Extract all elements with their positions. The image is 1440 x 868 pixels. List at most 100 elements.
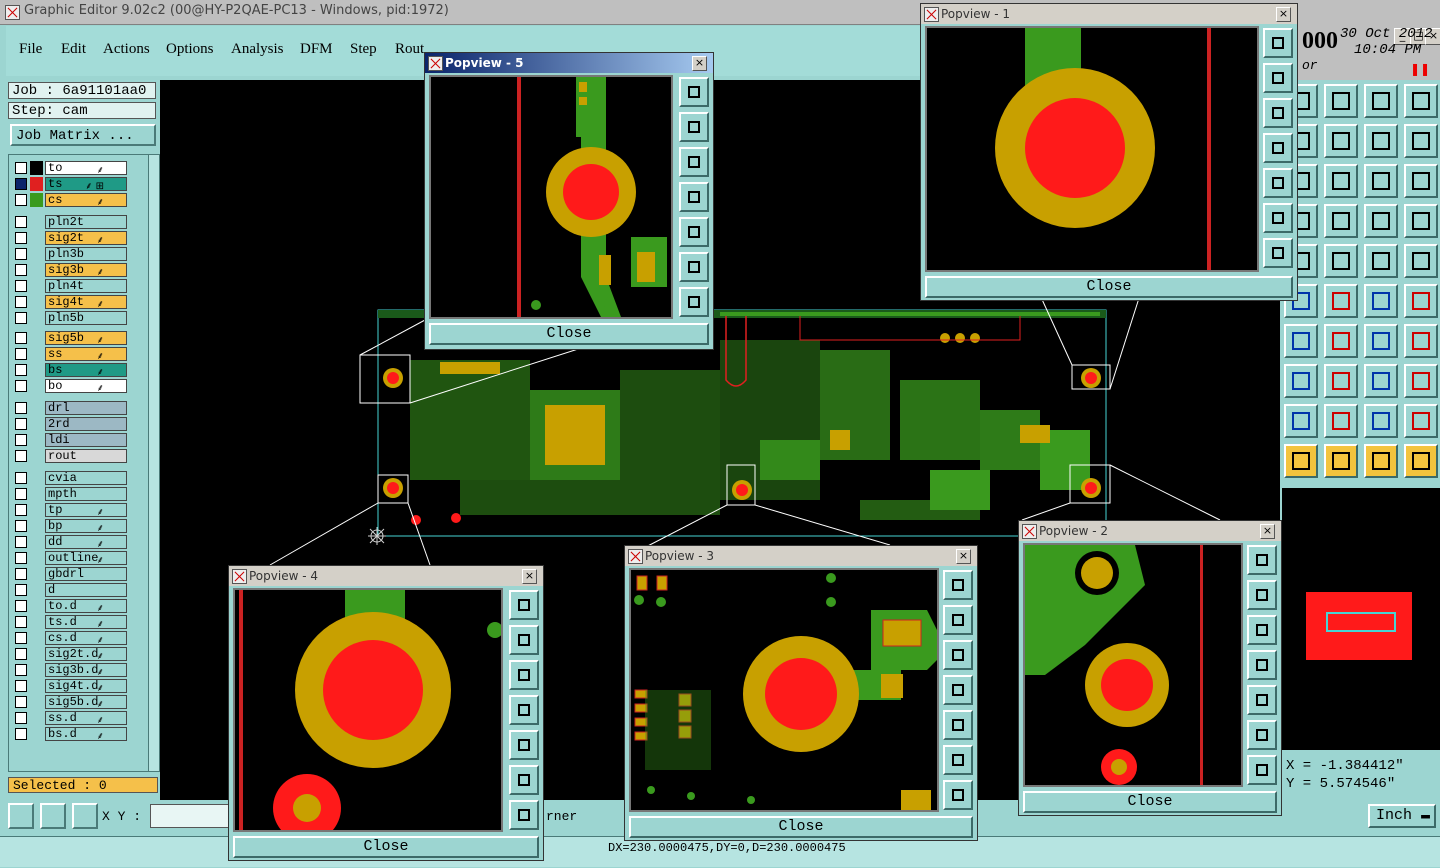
popview-1-close-button[interactable]: Close: [925, 276, 1293, 298]
layer-checkbox[interactable]: [15, 418, 27, 430]
popview-4-close-button[interactable]: Close: [233, 836, 539, 858]
pop-right-icon[interactable]: [509, 730, 539, 760]
layer-checkbox[interactable]: [15, 194, 27, 206]
layer-name[interactable]: mpth: [45, 487, 127, 501]
net-icon[interactable]: [1364, 204, 1398, 238]
pop-down-icon[interactable]: [1247, 615, 1277, 645]
layer-name[interactable]: 2rd: [45, 417, 127, 431]
cross-icon[interactable]: [1324, 284, 1358, 318]
layer-checkbox[interactable]: [15, 312, 27, 324]
layer-row[interactable]: pln3b: [11, 247, 147, 262]
layer-name[interactable]: d: [45, 583, 127, 597]
redraw-icon[interactable]: [1364, 124, 1398, 158]
layer-row[interactable]: cvia: [11, 471, 147, 486]
pop-right-icon[interactable]: [1263, 168, 1293, 198]
measure-icon[interactable]: [1324, 204, 1358, 238]
snap-icon[interactable]: [1404, 124, 1438, 158]
layer-name[interactable]: cvia: [45, 471, 127, 485]
layer-name[interactable]: rout: [45, 449, 127, 463]
help-icon[interactable]: [1404, 164, 1438, 198]
pop-right-icon[interactable]: [943, 710, 973, 740]
pop-down-icon[interactable]: [1263, 98, 1293, 128]
layer-row[interactable]: cs ⸙: [11, 193, 147, 208]
menu-file[interactable]: File: [19, 41, 42, 58]
layer-row[interactable]: dd ⸙: [11, 535, 147, 550]
popview-2-close-button[interactable]: Close: [1023, 791, 1277, 813]
layer-name[interactable]: bo ⸙: [45, 379, 127, 394]
layer-name[interactable]: ts ⸙ ⊞: [45, 177, 127, 192]
layer-checkbox[interactable]: [15, 600, 27, 612]
popview-5-close-button[interactable]: Close: [429, 323, 709, 345]
layer-row[interactable]: cs.d ⸙: [11, 631, 147, 646]
layer-name[interactable]: sig2t ⸙: [45, 231, 127, 246]
layer-name[interactable]: ts.d ⸙: [45, 615, 127, 630]
pop-fit-icon[interactable]: [943, 745, 973, 775]
layer-name[interactable]: pln2t: [45, 215, 127, 229]
flip-icon[interactable]: [1404, 324, 1438, 358]
angle-icon[interactable]: [1284, 324, 1318, 358]
popview-5-view[interactable]: [429, 75, 673, 319]
layer-checkbox[interactable]: [15, 664, 27, 676]
layer-name[interactable]: pln5b: [45, 311, 127, 325]
layer-name[interactable]: sig5b ⸙: [45, 331, 127, 346]
pop-fit-icon[interactable]: [509, 765, 539, 795]
layer-list-scrollbar[interactable]: [148, 154, 160, 772]
layer-checkbox[interactable]: [15, 584, 27, 596]
pop-zoom-in-icon[interactable]: [1247, 545, 1277, 575]
layer-row[interactable]: bp ⸙: [11, 519, 147, 534]
dimension-icon[interactable]: [1364, 364, 1398, 398]
menu-dfm[interactable]: DFM: [300, 41, 333, 58]
layer-name[interactable]: ss.d ⸙: [45, 711, 127, 726]
overview-map[interactable]: [1282, 488, 1440, 750]
layer-row[interactable]: d: [11, 583, 147, 598]
layer-row[interactable]: drl: [11, 401, 147, 416]
zoom-home-icon[interactable]: [1324, 84, 1358, 118]
layer-checkbox[interactable]: [15, 296, 27, 308]
split-view-icon[interactable]: [1404, 84, 1438, 118]
grid-tool-icon[interactable]: [72, 803, 98, 829]
layer-row[interactable]: bs.d ⸙: [11, 727, 147, 742]
layer-name[interactable]: drl: [45, 401, 127, 415]
layer-color-swatch[interactable]: [30, 177, 43, 191]
popview-2-titlebar[interactable]: Popview - 2 ×: [1019, 521, 1281, 541]
layer-row[interactable]: sig4t ⸙: [11, 295, 147, 310]
layer-checkbox[interactable]: [15, 364, 27, 376]
pop-down-icon[interactable]: [679, 147, 709, 177]
popview-1-titlebar[interactable]: Popview - 1 ×: [921, 4, 1297, 24]
layer-checkbox[interactable]: [15, 162, 27, 174]
layer-row[interactable]: ldi: [11, 433, 147, 448]
layer-row[interactable]: sig3b.d ⸙: [11, 663, 147, 678]
popview-5-titlebar[interactable]: Popview - 5 ×: [425, 53, 713, 73]
pop-zoom-in-icon[interactable]: [1263, 28, 1293, 58]
layer-checkbox[interactable]: [15, 450, 27, 462]
draw-line-icon[interactable]: [1324, 244, 1358, 278]
layer-name[interactable]: outline ⸙: [45, 551, 127, 566]
pop-expand-icon[interactable]: [943, 780, 973, 810]
layer-row[interactable]: sig2t ⸙: [11, 231, 147, 246]
pop-expand-icon[interactable]: [679, 287, 709, 317]
layer-name[interactable]: pln3b: [45, 247, 127, 261]
ruler-icon[interactable]: [1364, 244, 1398, 278]
layer-row[interactable]: sig4t.d ⸙: [11, 679, 147, 694]
layer-row[interactable]: sig5b ⸙: [11, 331, 147, 346]
pop-expand-icon[interactable]: [1263, 238, 1293, 268]
layer-checkbox[interactable]: [15, 632, 27, 644]
layer-row[interactable]: sig3b ⸙: [11, 263, 147, 278]
menu-analysis[interactable]: Analysis: [231, 41, 284, 58]
layer-row[interactable]: mpth: [11, 487, 147, 502]
pop-down-icon[interactable]: [509, 660, 539, 690]
layer-checkbox[interactable]: [15, 178, 27, 190]
job-matrix-button[interactable]: Job Matrix ...: [10, 124, 156, 146]
layer-checkbox[interactable]: [15, 434, 27, 446]
layer-checkbox[interactable]: [15, 348, 27, 360]
popview-4-close-icon[interactable]: ×: [522, 569, 537, 584]
layer-checkbox[interactable]: [15, 728, 27, 740]
layer-row[interactable]: ss.d ⸙: [11, 711, 147, 726]
popview-3-view[interactable]: [629, 568, 939, 812]
scale-1-2-icon[interactable]: [1364, 164, 1398, 198]
arrow-up-icon[interactable]: [1324, 404, 1358, 438]
pop-up-icon[interactable]: [679, 112, 709, 142]
page-icon[interactable]: [1324, 124, 1358, 158]
layer-checkbox[interactable]: [15, 402, 27, 414]
menu-actions[interactable]: Actions: [103, 41, 150, 58]
